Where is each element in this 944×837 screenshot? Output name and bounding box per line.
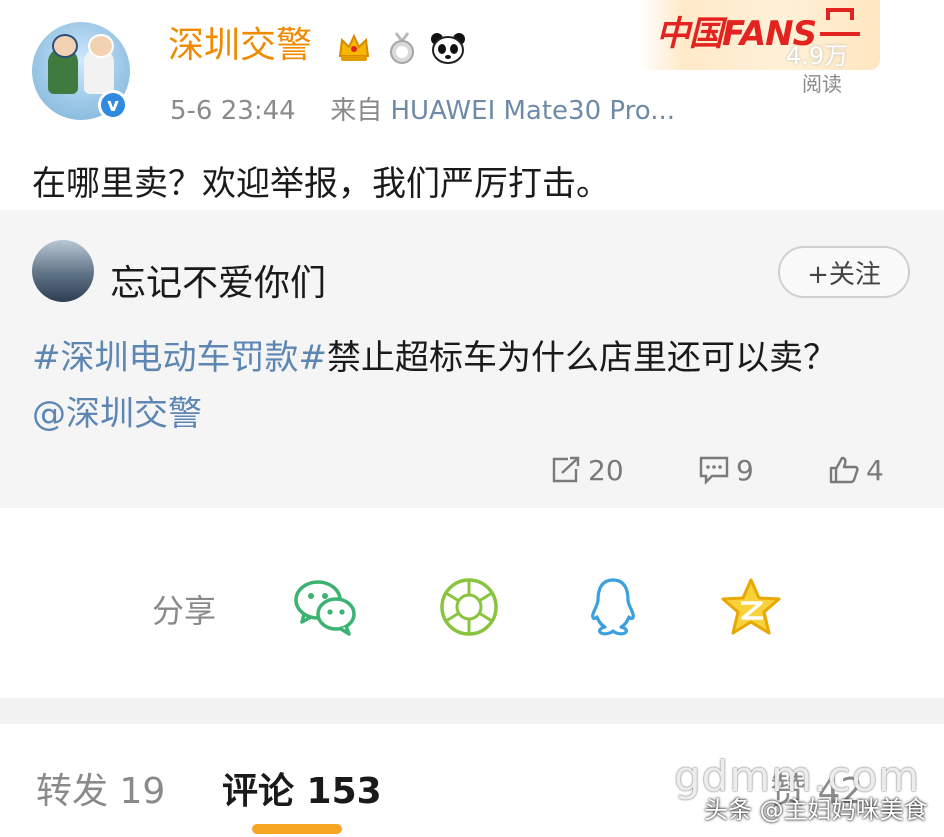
read-count: 4.9万 [786,42,849,70]
post-timestamp: 5-6 23:44 [170,96,296,126]
source-device[interactable]: HUAWEI Mate30 Pro... [390,96,675,126]
post-text: 在哪里卖？欢迎举报，我们严厉打击。 [32,164,610,204]
quoted-user-avatar[interactable] [32,240,94,302]
hashtag-link[interactable]: #深圳电动车罚款# [32,338,327,378]
traffic-police-figure [48,34,78,94]
qzone-icon[interactable] [716,572,786,642]
verified-badge-icon: v [98,90,128,120]
quoted-user-name[interactable]: 忘记不爱你们 [110,254,326,306]
post-meta: 5-6 23:44 来自 HUAWEI Mate30 Pro... [170,90,675,127]
author-name[interactable]: 深圳交警 [168,28,312,64]
quoted-post-body: 禁止超标车为什么店里还可以卖？ [326,338,837,378]
crown-icon[interactable] [336,30,372,66]
source-prefix: 来自 [330,96,383,126]
share-label: 分享 [152,592,217,630]
author-watermark: 头条 @主妇妈咪美食 [704,796,928,824]
comment-count: 9 [736,453,754,487]
quoted-like-button[interactable]: 4 [828,452,884,488]
panda-icon[interactable] [430,30,466,66]
repost-count: 20 [588,453,624,487]
active-tab-indicator [252,824,342,834]
qq-icon[interactable] [578,572,648,642]
building-icon [820,8,860,36]
like-count: 4 [866,453,884,487]
section-divider [0,698,944,724]
quoted-post-text: #深圳电动车罚款#禁止超标车为什么店里还可以卖？ [32,330,837,379]
medal-icon[interactable] [384,30,420,66]
moments-icon[interactable] [434,572,504,642]
comment-icon [699,456,729,485]
tab-comment[interactable]: 评论 153 [222,762,382,814]
read-label: 阅读 [802,72,842,96]
thumbs-up-icon [829,456,859,484]
traffic-police-figure [84,34,114,94]
follow-button[interactable]: +关注 [778,246,910,298]
wechat-icon[interactable] [290,572,360,642]
tab-repost[interactable]: 转发 19 [36,762,165,814]
quoted-comment-button[interactable]: 9 [698,452,754,488]
verified-mark: v [107,94,119,116]
mention-link[interactable]: @深圳交警 [32,386,202,435]
quoted-repost-button[interactable]: 20 [550,452,624,488]
repost-icon [552,456,580,483]
